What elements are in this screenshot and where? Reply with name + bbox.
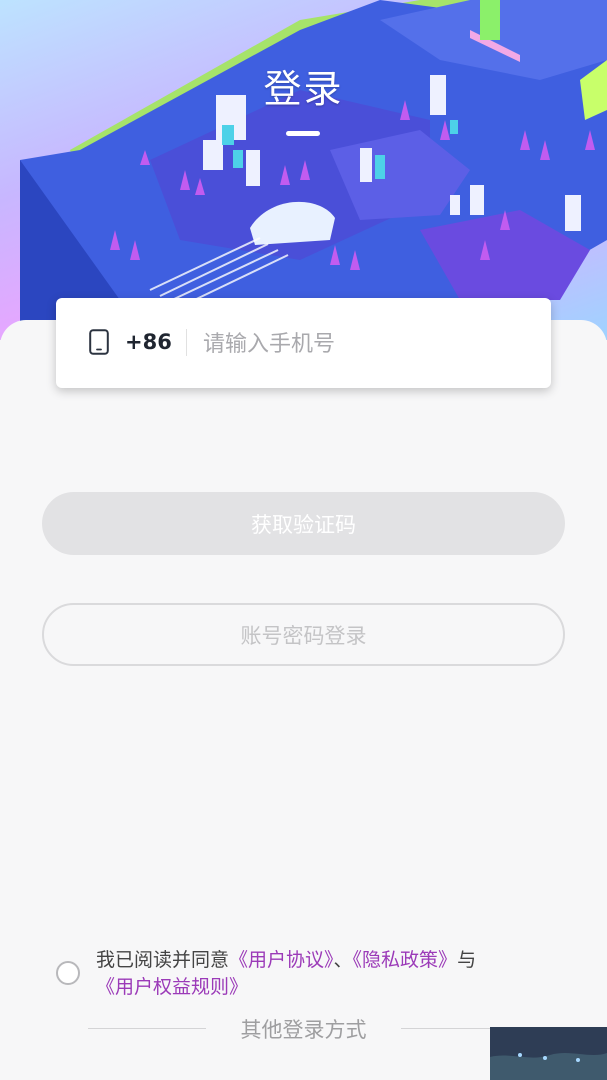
corner-thumbnail xyxy=(490,1027,607,1080)
agreement-joiner: 与 xyxy=(457,949,477,971)
agreement-text: 我已阅读并同意《用户协议》、《隐私政策》与《用户权益规则》 xyxy=(96,947,556,1001)
get-verification-code-button[interactable]: 获取验证码 xyxy=(42,492,565,555)
agreement-separator: 、 xyxy=(333,949,353,971)
city-illustration xyxy=(20,0,607,340)
agreement-checkbox[interactable] xyxy=(56,961,80,985)
user-agreement-link[interactable]: 《用户协议》 xyxy=(229,949,334,971)
divider xyxy=(186,329,187,356)
privacy-policy-link[interactable]: 《隐私政策》 xyxy=(353,949,458,971)
password-login-button[interactable]: 账号密码登录 xyxy=(42,603,565,666)
hero-illustration: 登录 xyxy=(0,0,607,340)
title-underline xyxy=(286,131,320,136)
agreement-prefix: 我已阅读并同意 xyxy=(96,949,230,971)
country-code-selector[interactable]: +86 xyxy=(125,330,172,354)
user-rights-link[interactable]: 《用户权益规则》 xyxy=(96,976,248,998)
phone-number-input[interactable] xyxy=(201,326,535,362)
page-title: 登录 xyxy=(263,67,344,111)
mobile-phone-icon xyxy=(89,329,109,355)
phone-input-card: +86 xyxy=(56,298,551,388)
